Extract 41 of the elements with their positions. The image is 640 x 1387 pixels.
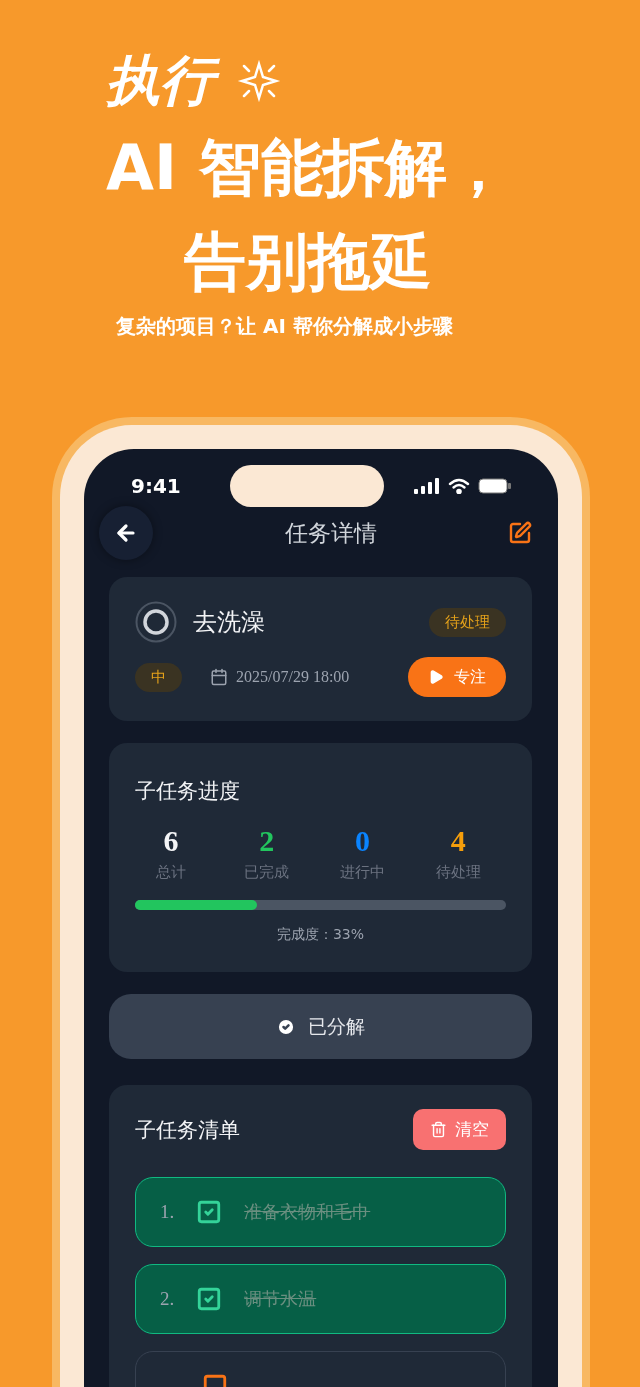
stat-label: 待处理	[435, 863, 481, 882]
stat-value: 6	[163, 823, 179, 859]
stat-value: 0	[354, 823, 370, 859]
focus-button[interactable]: 专注	[408, 657, 506, 697]
subtask-row[interactable]: 2. 调节水温	[135, 1264, 506, 1334]
subtask-row[interactable]: 1. 准备衣物和毛巾	[135, 1177, 506, 1247]
headline: 执行	[104, 46, 228, 116]
headline: AI 智能拆解，	[106, 130, 510, 206]
task-title: 去洗澡	[193, 607, 266, 638]
subtask-text: 准备衣物和毛巾	[244, 1200, 371, 1224]
stat-value: 4	[450, 823, 466, 859]
stat-value: 2	[259, 823, 275, 859]
subtask-text: 调节水温	[244, 1287, 317, 1311]
section-title: 子任务清单	[135, 1116, 240, 1144]
subtask-number: 2.	[160, 1288, 175, 1310]
wifi-icon	[448, 478, 470, 494]
headline: 告别拖延	[184, 224, 433, 300]
stat-label: 进行中	[339, 863, 385, 882]
edit-button[interactable]	[508, 521, 532, 545]
page-title: 任务详情	[284, 518, 377, 548]
subtask-number: 1.	[160, 1201, 175, 1223]
radio-icon[interactable]	[135, 601, 177, 643]
battery-icon	[478, 478, 512, 494]
signal-icon	[414, 478, 440, 494]
checkbox-checked-icon[interactable]	[196, 1286, 223, 1312]
play-icon	[428, 669, 444, 685]
section-title: 子任务进度	[135, 778, 241, 805]
stat-label: 总计	[155, 863, 186, 882]
clear-button[interactable]: 清空	[413, 1109, 506, 1150]
decompose-button[interactable]: 已分解	[109, 994, 532, 1059]
status-tag: 待处理	[429, 607, 506, 637]
progress-reading: 完成度：33%	[275, 926, 366, 944]
subtitle: 复杂的项目？让 AI 帮你分解成小步骤	[116, 313, 454, 340]
stat-label: 已完成	[244, 863, 290, 882]
checkbox-checked-icon[interactable]	[196, 1199, 223, 1225]
calendar-icon	[210, 668, 228, 686]
sparkle-icon	[236, 58, 282, 104]
status-time: 9:41	[131, 474, 181, 498]
due-date: 2025/07/29 18:00	[236, 668, 351, 686]
trash-icon	[430, 1121, 447, 1138]
priority-tag: 中	[135, 662, 182, 692]
